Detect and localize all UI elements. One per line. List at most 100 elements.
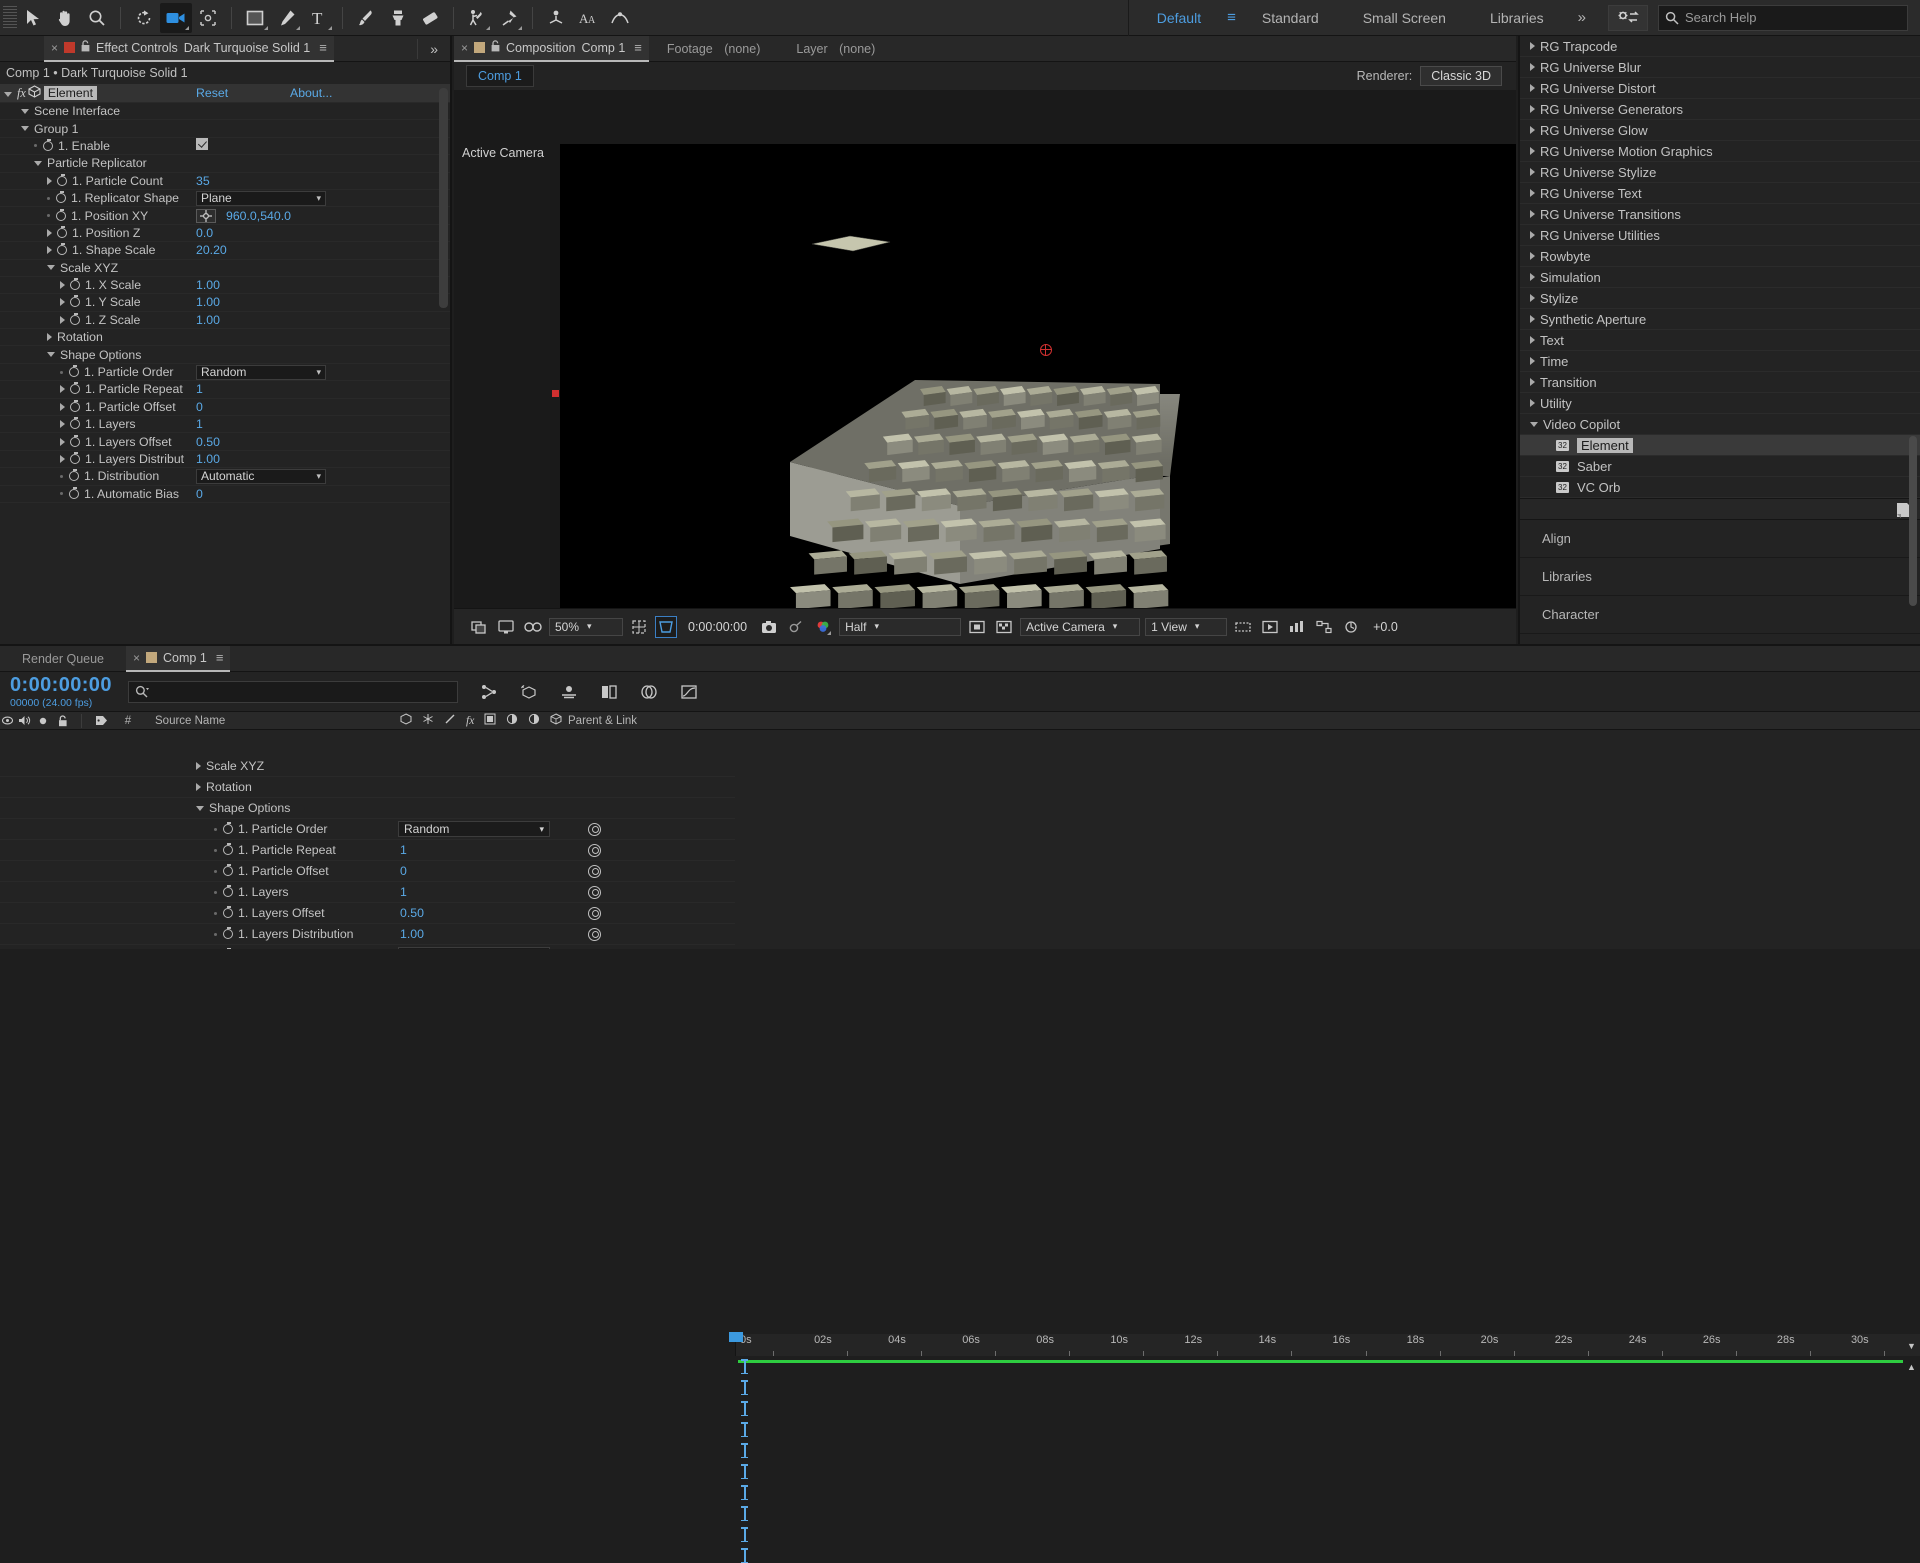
timeline-property-row[interactable]: Rotation [0, 777, 735, 798]
disclosure-triangle-icon[interactable] [196, 805, 204, 811]
keyframe-marker[interactable] [741, 1380, 748, 1395]
tab-effect-controls[interactable]: × Effect Controls Dark Turquoise Solid 1… [44, 35, 334, 62]
effect-reset-button[interactable]: Reset [196, 86, 228, 100]
stopwatch-icon[interactable] [223, 864, 233, 876]
stopwatch-icon[interactable] [69, 365, 79, 378]
magnification-dropdown[interactable]: 50% ▾ [549, 617, 623, 636]
shy-layers-icon[interactable] [476, 680, 502, 704]
effect-category-folder[interactable]: RG Universe Text [1520, 183, 1920, 204]
effect-category-folder[interactable]: Rowbyte [1520, 246, 1920, 267]
collapse-transform-icon[interactable] [506, 713, 518, 728]
effect-property-row[interactable]: Group 1 [0, 120, 450, 138]
property-value[interactable]: 1.00 [196, 278, 220, 292]
keyframe-marker[interactable] [741, 1506, 748, 1521]
playhead-marker[interactable] [729, 1332, 743, 1342]
show-snapshot-icon[interactable] [785, 616, 807, 638]
property-value[interactable]: 1.00 [196, 313, 220, 327]
effect-property-row[interactable]: 1. Particle Count 35 [0, 173, 450, 190]
exposure-reset-icon[interactable] [1340, 616, 1362, 638]
align-tool-icon[interactable] [540, 3, 572, 33]
property-value[interactable]: 1 [400, 885, 407, 899]
effect-category-folder[interactable]: Video Copilot [1520, 414, 1920, 435]
panel-menu-icon[interactable]: ≡ [634, 40, 642, 55]
enable-frame-blending-icon[interactable] [516, 680, 542, 704]
main-viewer-icon[interactable] [495, 616, 517, 638]
timeline-jump-icon[interactable] [1286, 616, 1308, 638]
effect-about-button[interactable]: About... [290, 86, 332, 100]
property-value[interactable]: 0 [196, 400, 203, 414]
brush-tool-icon[interactable] [350, 3, 382, 33]
disclosure-triangle-icon[interactable] [1530, 273, 1535, 281]
graph-editor-toggle-icon[interactable] [588, 927, 601, 941]
disclosure-triangle-icon[interactable] [47, 265, 55, 271]
effect-property-row[interactable]: 1. Particle Offset 0 [0, 399, 450, 417]
property-value[interactable]: 1.00 [400, 927, 424, 941]
effect-category-folder[interactable]: RG Universe Distort [1520, 78, 1920, 99]
effect-category-folder[interactable]: RG Universe Glow [1520, 120, 1920, 141]
search-help-input[interactable]: Search Help [1658, 4, 1908, 31]
disclosure-triangle-icon[interactable] [60, 437, 65, 446]
effect-category-folder[interactable]: Utility [1520, 393, 1920, 414]
property-dropdown[interactable]: Plane ▾ [196, 190, 326, 206]
audio-icon[interactable] [14, 715, 34, 726]
disclosure-triangle-icon[interactable] [60, 315, 65, 324]
pixel-aspect-icon[interactable] [1232, 616, 1254, 638]
region-of-interest-icon[interactable] [655, 615, 677, 638]
disclosure-triangle-icon[interactable] [21, 108, 29, 114]
effect-category-folder[interactable]: RG Universe Generators [1520, 99, 1920, 120]
panel-menu-icon[interactable]: ≡ [319, 40, 327, 55]
disclosure-triangle-icon[interactable] [47, 246, 52, 255]
text-align-icon[interactable]: AA [572, 3, 604, 33]
stopwatch-icon[interactable] [57, 243, 67, 256]
graph-editor-toggle-icon[interactable] [588, 822, 601, 836]
property-value[interactable]: 0.0 [196, 226, 213, 240]
effect-property-row[interactable]: 1. Layers Offset 0.50 [0, 433, 450, 451]
stopwatch-icon[interactable] [56, 208, 66, 221]
mask-feather-icon[interactable] [604, 3, 636, 33]
disclosure-triangle-icon[interactable] [60, 420, 65, 429]
property-value[interactable]: 0.50 [196, 435, 220, 449]
disclosure-triangle-icon[interactable] [47, 333, 52, 342]
brainstorm-icon[interactable] [596, 680, 622, 704]
stopwatch-icon[interactable] [70, 312, 80, 325]
property-value[interactable]: 1 [400, 843, 407, 857]
disclosure-triangle-icon[interactable] [1530, 168, 1535, 176]
stopwatch-icon[interactable] [70, 417, 80, 430]
disclosure-triangle-icon[interactable] [1530, 63, 1535, 71]
timeline-property-row[interactable]: 1. Particle Offset 0 [0, 861, 735, 882]
timeline-property-row[interactable]: 1. Layers Distribution 1.00 [0, 924, 735, 945]
channel-rgb-icon[interactable] [812, 616, 834, 638]
workspace-menu-icon[interactable]: ≡ [1223, 9, 1240, 26]
comp-breadcrumb-tab[interactable]: Comp 1 [466, 65, 534, 87]
stopwatch-icon[interactable] [70, 295, 80, 308]
effect-disclosure-icon[interactable] [4, 92, 12, 97]
keyframe-marker[interactable] [741, 1401, 748, 1416]
effect-property-row[interactable]: 1. Layers Distribut 1.00 [0, 451, 450, 469]
rotation-tool-icon[interactable] [128, 3, 160, 33]
keyframe-marker[interactable] [741, 1485, 748, 1500]
disclosure-triangle-icon[interactable] [1530, 231, 1535, 239]
eraser-tool-icon[interactable] [414, 3, 446, 33]
property-value[interactable]: 1.00 [196, 452, 220, 466]
disclosure-triangle-icon[interactable] [1530, 84, 1535, 92]
property-value[interactable]: 1 [196, 417, 203, 431]
effect-list-item[interactable]: 32 Element [1520, 435, 1920, 456]
timeline-property-row[interactable]: 1. DistributionAutomatic▾ [0, 945, 735, 949]
disclosure-triangle-icon[interactable] [60, 298, 65, 307]
video-visibility-icon[interactable] [0, 716, 14, 725]
3d-layer-icon[interactable] [400, 713, 412, 728]
camera-view-dropdown[interactable]: Active Camera ▾ [1020, 617, 1141, 636]
stopwatch-icon[interactable] [70, 278, 80, 291]
tab-comp1-timeline[interactable]: × Comp 1 ≡ [126, 645, 231, 672]
stopwatch-icon[interactable] [57, 173, 67, 186]
workspace-default[interactable]: Default [1135, 0, 1223, 36]
effect-category-folder[interactable]: RG Trapcode [1520, 36, 1920, 57]
viewer-timecode[interactable]: 0:00:00:00 [682, 620, 753, 634]
effect-property-row[interactable]: Particle Replicator [0, 155, 450, 173]
disclosure-triangle-icon[interactable] [34, 160, 42, 166]
comp-canvas[interactable] [560, 144, 1516, 608]
tab-layer[interactable]: Layer (none) [778, 42, 893, 56]
workspace-libraries[interactable]: Libraries [1468, 0, 1566, 36]
work-area-bar[interactable] [738, 1360, 1903, 1363]
keyframe-marker[interactable] [741, 1422, 748, 1437]
